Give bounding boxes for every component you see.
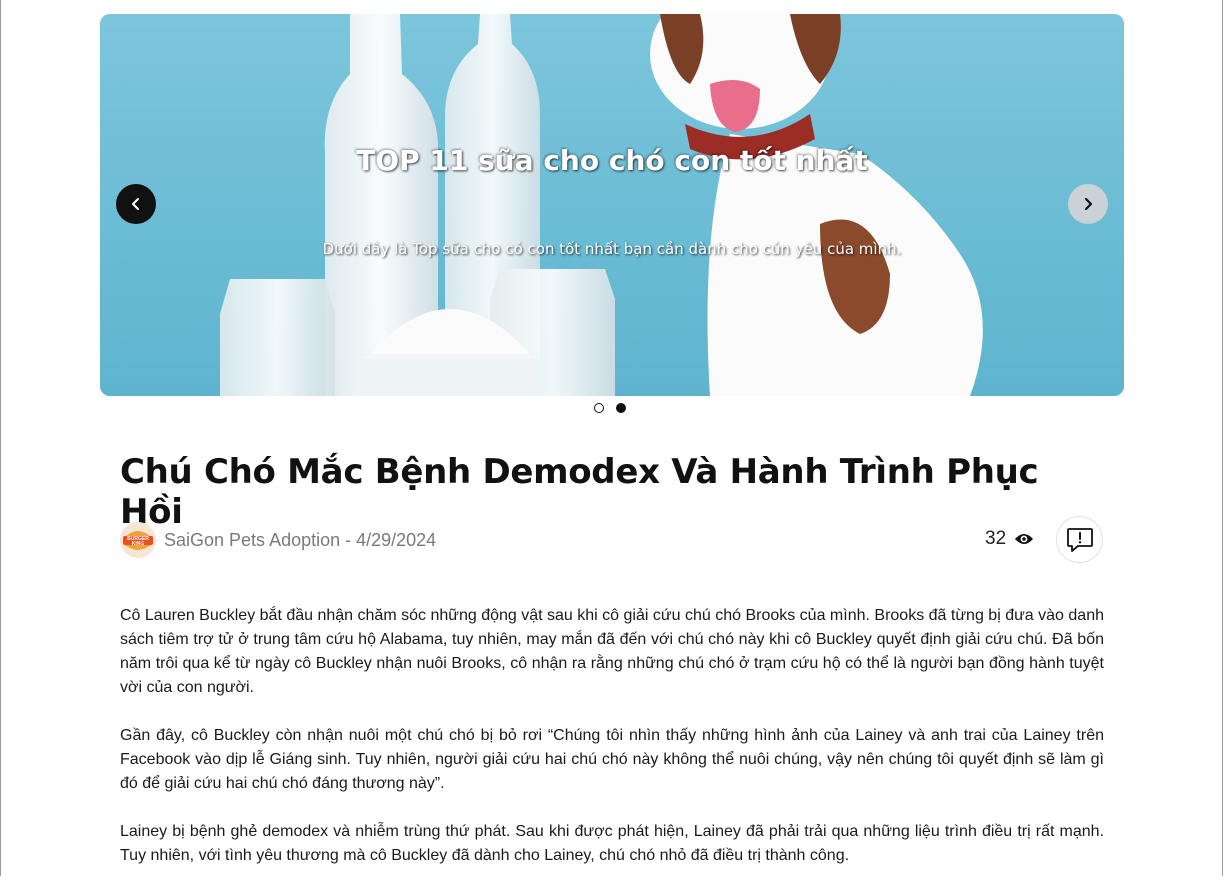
paragraph-1: Cô Lauren Buckley bắt đầu nhận chăm sóc …: [120, 607, 1104, 696]
post-content: Cô Lauren Buckley bắt đầu nhận chăm sóc …: [120, 604, 1104, 892]
paragraph-3: Lainey bị bệnh ghẻ demodex và nhiễm trùn…: [120, 823, 1104, 864]
view-count-value: 32: [985, 528, 1007, 549]
author-date[interactable]: SaiGon Pets Adoption - 4/29/2024: [164, 530, 436, 551]
carousel-next-button[interactable]: [1068, 184, 1108, 224]
post-meta: BURGER KING SaiGon Pets Adoption - 4/29/…: [120, 522, 436, 558]
hero-carousel: TOP 11 sữa cho chó con tốt nhất Dưới đây…: [100, 14, 1124, 396]
eye-icon: [1015, 534, 1034, 544]
report-icon: [1066, 527, 1093, 552]
slide-title: TOP 11 sữa cho chó con tốt nhất: [356, 144, 868, 177]
svg-text:KING: KING: [132, 541, 145, 547]
carousel-dot-2[interactable]: [616, 403, 626, 413]
avatar[interactable]: BURGER KING: [120, 522, 156, 558]
slide-image: [100, 14, 1124, 396]
post-title: Chú Chó Mắc Bệnh Demodex Và Hành Trình P…: [120, 452, 1039, 532]
carousel-dot-1[interactable]: [594, 403, 604, 413]
chevron-right-icon: [1084, 197, 1093, 211]
slide-subtitle: Dưới đây là Top sữa cho có con tốt nhất …: [322, 240, 902, 258]
burger-king-logo: BURGER KING: [120, 522, 156, 558]
paragraph-2: Gần đây, cô Buckley còn nhận nuôi một ch…: [120, 727, 1104, 792]
view-count: 32: [985, 528, 1034, 550]
report-button[interactable]: [1056, 516, 1103, 563]
carousel-indicators: [594, 403, 626, 413]
chevron-left-icon: [132, 198, 139, 210]
carousel-prev-button[interactable]: [116, 184, 156, 224]
